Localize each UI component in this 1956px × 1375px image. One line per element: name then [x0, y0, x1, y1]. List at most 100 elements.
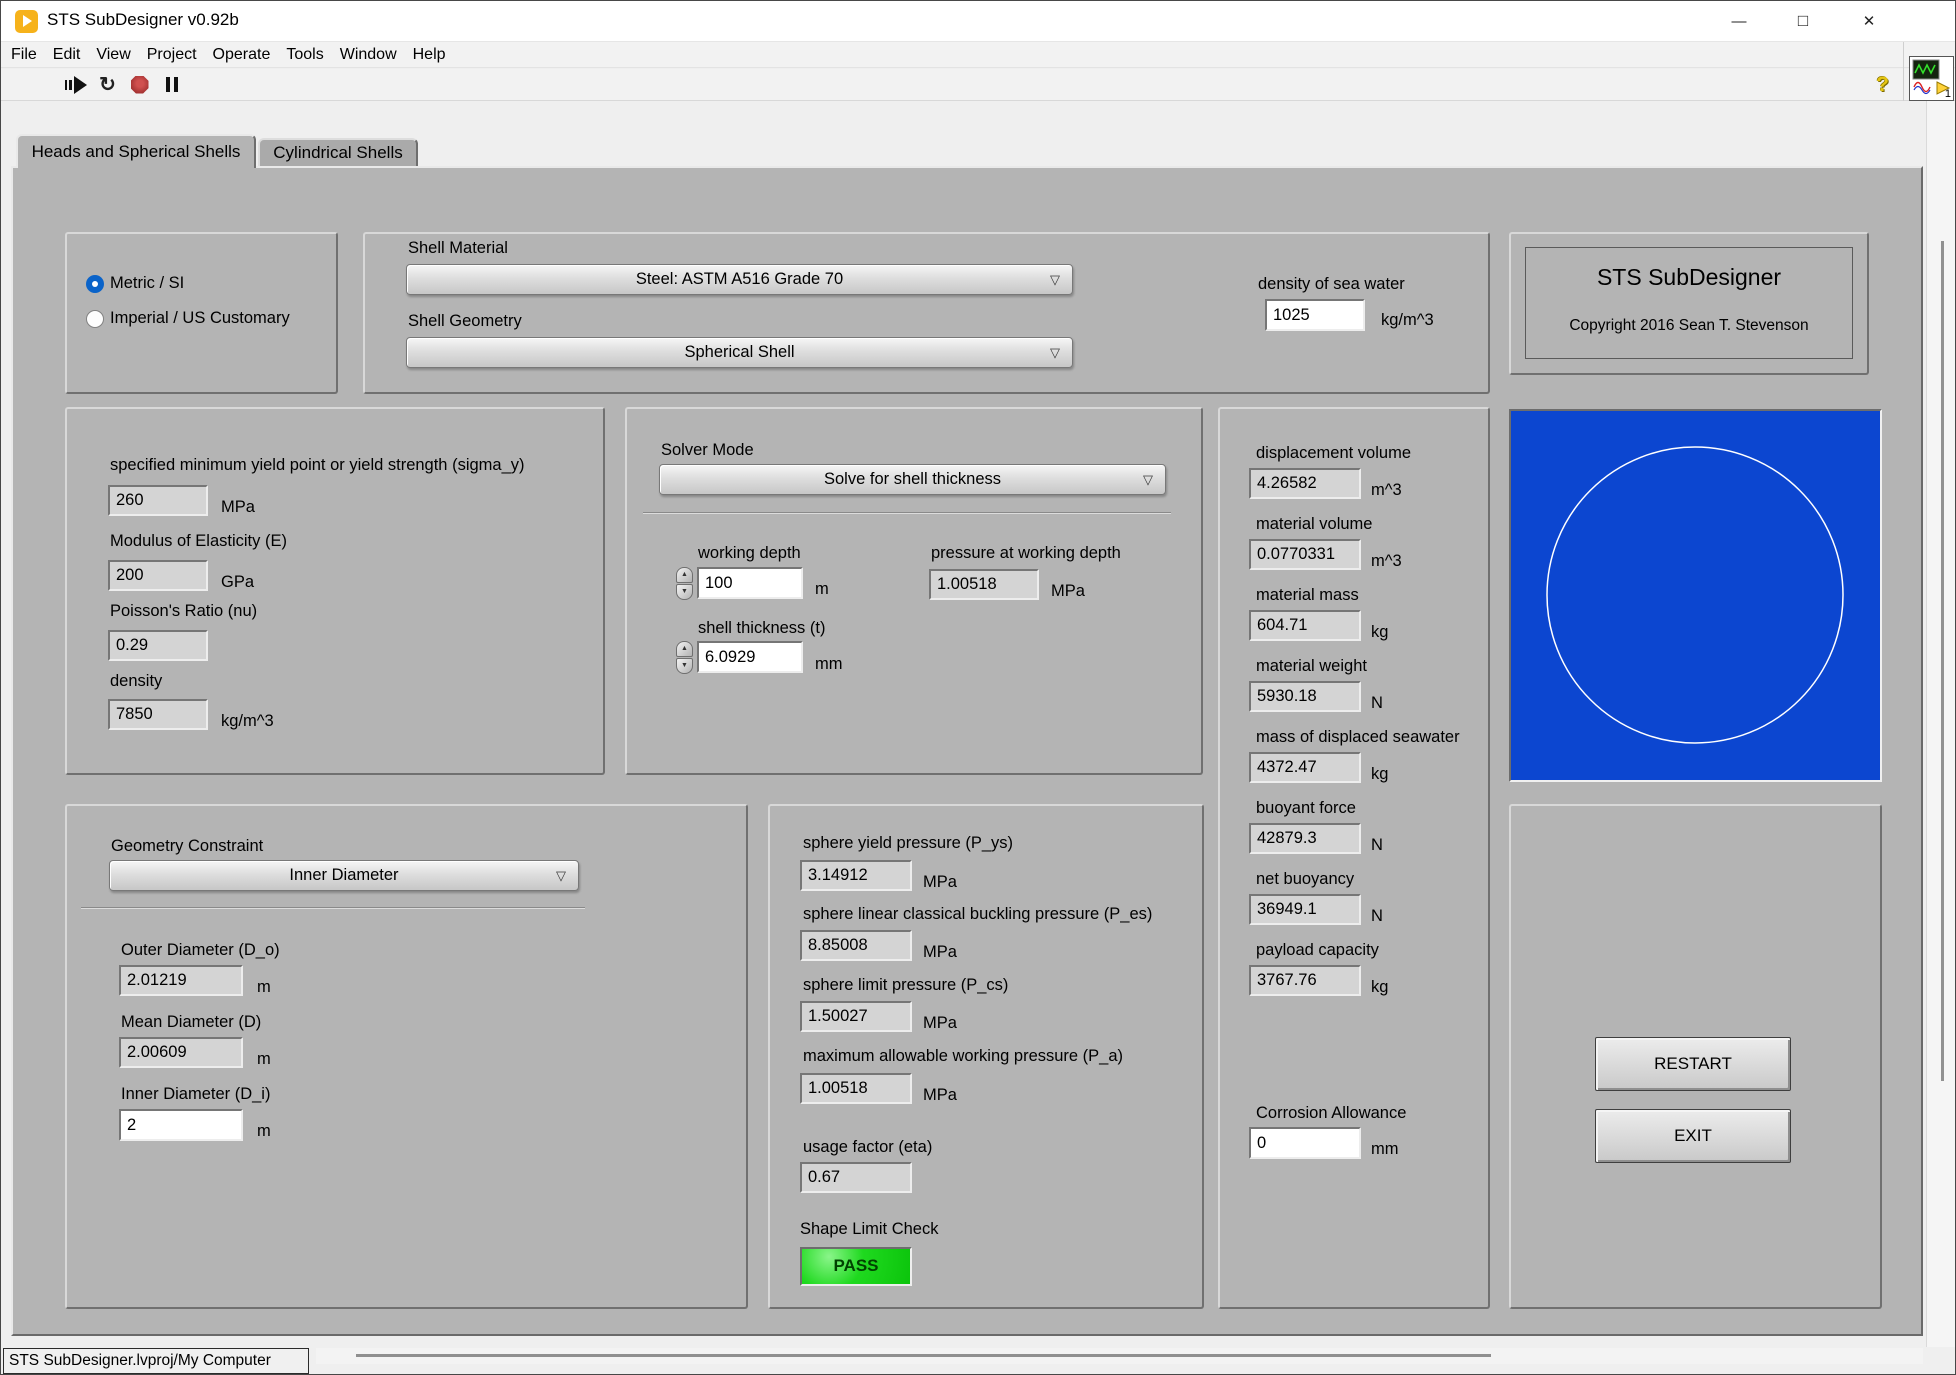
inner-diameter-label: Inner Diameter (D_i) [121, 1085, 270, 1104]
mean-diameter-label: Mean Diameter (D) [121, 1013, 261, 1032]
shell-thickness-input[interactable] [697, 641, 803, 673]
material-mass-label: material mass [1256, 586, 1359, 605]
run-button[interactable] [63, 73, 88, 97]
vertical-scrollbar-thumb[interactable] [1941, 241, 1944, 1081]
net-buoyancy-unit: N [1371, 907, 1383, 926]
seawater-density-input[interactable] [1265, 299, 1365, 331]
pause-icon [166, 77, 178, 92]
mean-diameter-unit: m [257, 1050, 271, 1069]
sphere-circle-icon [1511, 411, 1880, 780]
seawater-density-unit: kg/m^3 [1381, 311, 1434, 330]
menu-file[interactable]: File [11, 46, 37, 64]
chevron-down-icon: ▽ [1050, 339, 1060, 367]
working-pressure-unit: MPa [1051, 582, 1085, 601]
pause-button[interactable] [159, 73, 184, 97]
close-button[interactable]: ✕ [1838, 1, 1900, 41]
increment-icon[interactable]: ▲ [676, 641, 693, 657]
payload-capacity-unit: kg [1371, 978, 1388, 997]
density-label: density [110, 672, 162, 691]
menu-view[interactable]: View [96, 46, 130, 64]
shape-limit-check-led: PASS [800, 1247, 912, 1286]
restart-button[interactable]: RESTART [1595, 1037, 1791, 1091]
working-depth-spinner[interactable]: ▲ ▼ [676, 567, 695, 600]
poisson-label: Poisson's Ratio (nu) [110, 602, 257, 621]
working-pressure-label: pressure at working depth [931, 544, 1121, 563]
shell-material-ring[interactable]: Steel: ASTM A516 Grade 70 ▽ [406, 264, 1073, 295]
shell-thickness-spinner[interactable]: ▲ ▼ [676, 641, 695, 674]
maximize-button[interactable]: □ [1772, 1, 1834, 41]
menu-project[interactable]: Project [147, 46, 197, 64]
net-buoyancy-label: net buoyancy [1256, 870, 1354, 889]
vertical-scrollbar[interactable] [1926, 101, 1956, 1347]
sigma-y-unit: MPa [221, 498, 255, 517]
horizontal-scrollbar-thumb[interactable] [356, 1354, 1491, 1357]
poisson-indicator: 0.29 [108, 630, 208, 661]
max-working-pressure-label: maximum allowable working pressure (P_a) [803, 1047, 1123, 1066]
radio-imperial-label: Imperial / US Customary [110, 309, 290, 328]
corrosion-allowance-input[interactable] [1249, 1127, 1361, 1159]
stop-octagon-icon [131, 76, 149, 94]
menu-edit[interactable]: Edit [53, 46, 81, 64]
horizontal-scrollbar[interactable] [316, 1348, 1923, 1364]
geometry-constraint-value: Inner Diameter [289, 866, 398, 884]
buoyant-force-unit: N [1371, 836, 1383, 855]
modulus-indicator: 200 [108, 560, 208, 591]
working-depth-input[interactable] [697, 567, 803, 599]
run-continuous-button[interactable]: ↻ [95, 73, 120, 97]
labview-app-icon [15, 10, 38, 33]
net-buoyancy-indicator: 36949.1 [1249, 894, 1361, 925]
solver-mode-value: Solve for shell thickness [824, 470, 1001, 488]
modulus-unit: GPa [221, 573, 254, 592]
yield-pressure-indicator: 3.14912 [800, 860, 912, 891]
menu-help[interactable]: Help [413, 46, 446, 64]
solver-separator [643, 512, 1171, 514]
material-mass-unit: kg [1371, 623, 1388, 642]
chevron-down-icon: ▽ [1050, 266, 1060, 294]
menu-tools[interactable]: Tools [286, 46, 323, 64]
usage-factor-indicator: 0.67 [800, 1162, 912, 1193]
context-help-icon[interactable]: ? [1876, 73, 1889, 97]
buckling-pressure-unit: MPa [923, 943, 957, 962]
displacement-volume-unit: m^3 [1371, 481, 1402, 500]
max-working-pressure-unit: MPa [923, 1086, 957, 1105]
working-depth-label: working depth [698, 544, 801, 563]
increment-icon[interactable]: ▲ [676, 567, 693, 583]
yield-pressure-label: sphere yield pressure (P_ys) [803, 834, 1013, 853]
outer-diameter-unit: m [257, 978, 271, 997]
yield-pressure-unit: MPa [923, 873, 957, 892]
tab-heads-spherical-shells[interactable]: Heads and Spherical Shells [16, 134, 256, 168]
decrement-icon[interactable]: ▼ [676, 584, 693, 600]
limit-pressure-label: sphere limit pressure (P_cs) [803, 976, 1008, 995]
geometry-constraint-ring[interactable]: Inner Diameter ▽ [109, 860, 579, 891]
shell-geometry-value: Spherical Shell [684, 343, 794, 361]
solver-mode-ring[interactable]: Solve for shell thickness ▽ [659, 464, 1166, 495]
radio-imperial[interactable] [86, 310, 104, 328]
abort-button[interactable] [127, 73, 152, 97]
outer-diameter-indicator: 2.01219 [119, 965, 243, 996]
displaced-seawater-unit: kg [1371, 765, 1388, 784]
menu-operate[interactable]: Operate [213, 46, 271, 64]
continuous-run-icon: ↻ [99, 75, 116, 95]
shell-geometry-ring[interactable]: Spherical Shell ▽ [406, 337, 1073, 368]
working-pressure-indicator: 1.00518 [929, 569, 1039, 600]
material-volume-label: material volume [1256, 515, 1372, 534]
menu-window[interactable]: Window [340, 46, 397, 64]
tab-page: Metric / SI Imperial / US Customary Shel… [11, 166, 1923, 1336]
about-copyright: Copyright 2016 Sean T. Stevenson [1525, 317, 1853, 335]
density-indicator: 7850 [108, 699, 208, 730]
decrement-icon[interactable]: ▼ [676, 658, 693, 674]
exit-button[interactable]: EXIT [1595, 1109, 1791, 1163]
title-bar: STS SubDesigner v0.92b — □ ✕ [1, 1, 1955, 42]
material-weight-unit: N [1371, 694, 1383, 713]
tab-cylindrical-shells[interactable]: Cylindrical Shells [258, 138, 418, 166]
radio-metric-si[interactable] [86, 275, 104, 293]
shell-thickness-label: shell thickness (t) [698, 619, 825, 638]
vi-icon: 1 [1909, 56, 1954, 101]
displacement-volume-label: displacement volume [1256, 444, 1411, 463]
labview-window: STS SubDesigner v0.92b — □ ✕ File Edit V… [0, 0, 1956, 1375]
minimize-button[interactable]: — [1708, 1, 1770, 41]
inner-diameter-input[interactable] [119, 1109, 243, 1141]
corrosion-allowance-unit: mm [1371, 1140, 1399, 1159]
shell-geometry-label: Shell Geometry [408, 312, 522, 331]
material-weight-indicator: 5930.18 [1249, 681, 1361, 712]
